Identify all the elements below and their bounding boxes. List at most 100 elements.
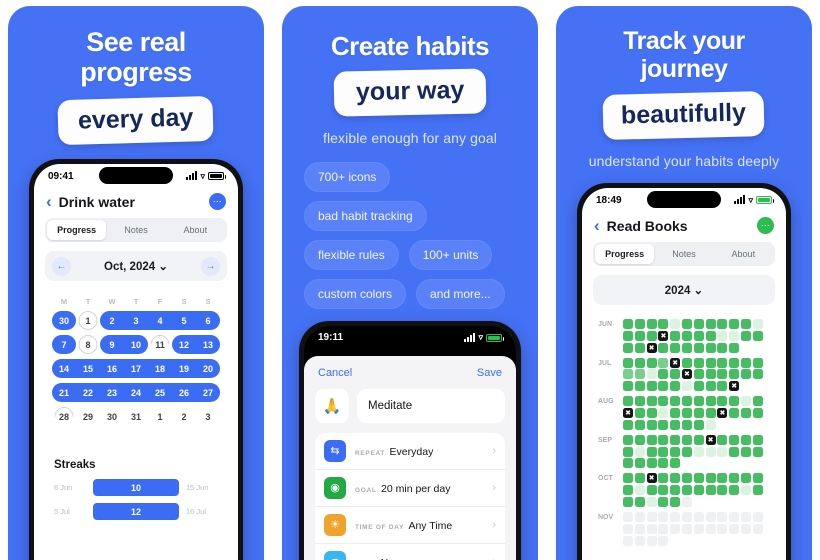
chip-flexible-rules[interactable]: flexible rules: [304, 239, 399, 270]
heatmap-cell[interactable]: [623, 342, 633, 353]
heatmap-cell[interactable]: [634, 407, 645, 418]
option-row-repeat[interactable]: ⇆ REPEAT Everyday ›: [315, 433, 505, 470]
heatmap-cell[interactable]: [740, 330, 751, 341]
heatmap-cell[interactable]: [693, 319, 704, 329]
arrow-left-icon[interactable]: ←: [52, 256, 71, 276]
heatmap-cell[interactable]: [740, 511, 751, 522]
heatmap-cell[interactable]: [729, 369, 740, 380]
calendar-day[interactable]: 4: [148, 311, 172, 330]
heatmap-cell[interactable]: [646, 396, 657, 407]
calendar-day[interactable]: 1: [148, 407, 172, 426]
heatmap-cell[interactable]: [634, 458, 645, 469]
heatmap-cell[interactable]: [740, 319, 751, 329]
tab-about[interactable]: About: [714, 244, 773, 264]
heatmap-cell[interactable]: [646, 419, 657, 430]
save-button[interactable]: Save: [477, 367, 502, 379]
heatmap-cell[interactable]: [729, 357, 740, 368]
heatmap-cell[interactable]: [729, 446, 740, 457]
heatmap-cell[interactable]: [729, 330, 740, 341]
calendar-day[interactable]: 19: [172, 359, 196, 378]
heatmap-cell[interactable]: [670, 419, 681, 430]
calendar-day[interactable]: 3: [196, 407, 220, 426]
option-row-time-of-day[interactable]: ☀ TIME OF DAY Any Time ›: [315, 507, 505, 544]
calendar-day[interactable]: 5: [172, 311, 196, 330]
cancel-button[interactable]: Cancel: [318, 367, 352, 379]
habit-name-input[interactable]: Meditate: [357, 388, 505, 423]
heatmap-cell[interactable]: [693, 446, 704, 457]
calendar-day[interactable]: 1: [76, 311, 100, 330]
heatmap-cell[interactable]: [681, 496, 692, 507]
heatmap-cell[interactable]: [634, 473, 645, 484]
tab-about[interactable]: About: [166, 220, 225, 240]
heatmap-cell[interactable]: [646, 523, 657, 534]
heatmap-cell-missed[interactable]: ✖: [729, 381, 740, 392]
heatmap-cell[interactable]: [752, 485, 763, 496]
heatmap-cell[interactable]: [693, 434, 704, 445]
chip-custom-colors[interactable]: custom colors: [304, 278, 407, 309]
heatmap-cell[interactable]: [729, 319, 740, 329]
heatmap-cell[interactable]: [634, 381, 645, 392]
heatmap-cell[interactable]: [705, 446, 716, 457]
heatmap-cell[interactable]: [634, 485, 645, 496]
heatmap-cell-missed[interactable]: ✖: [623, 407, 633, 418]
calendar-day[interactable]: 8: [76, 335, 100, 354]
heatmap-cell[interactable]: [752, 330, 763, 341]
heatmap-cell[interactable]: [646, 458, 657, 469]
heatmap-cell[interactable]: [693, 473, 704, 484]
calendar-day[interactable]: 18: [148, 359, 172, 378]
heatmap-cell[interactable]: [646, 357, 657, 368]
heatmap-cell[interactable]: [646, 535, 657, 546]
heatmap-cell[interactable]: [658, 381, 669, 392]
calendar-day[interactable]: 20: [196, 359, 220, 378]
heatmap-cell[interactable]: [717, 381, 728, 392]
heatmap-cell[interactable]: [670, 319, 681, 329]
heatmap-cell[interactable]: [717, 523, 728, 534]
heatmap-cell[interactable]: [634, 330, 645, 341]
heatmap-cell[interactable]: [717, 434, 728, 445]
calendar-day[interactable]: 30: [52, 311, 76, 330]
heatmap-cell[interactable]: [717, 446, 728, 457]
panel1-period-label[interactable]: Oct, 2024 ⌄: [104, 259, 168, 273]
heatmap-cell[interactable]: [670, 381, 681, 392]
heatmap-cell[interactable]: [681, 485, 692, 496]
chip-and-more[interactable]: and more...: [416, 278, 505, 309]
tab-notes[interactable]: Notes: [106, 220, 165, 240]
heatmap-cell[interactable]: [646, 446, 657, 457]
calendar-day[interactable]: 10: [124, 335, 148, 354]
heatmap-cell[interactable]: [693, 369, 704, 380]
heatmap-cell[interactable]: [623, 523, 633, 534]
heatmap-cell[interactable]: [717, 319, 728, 329]
heatmap-cell[interactable]: [752, 473, 763, 484]
heatmap-cell[interactable]: [752, 407, 763, 418]
heatmap-cell[interactable]: [693, 342, 704, 353]
option-row-area[interactable]: ■ AREA None ›: [315, 544, 505, 560]
chip-bad-habit-tracking[interactable]: bad habit tracking: [304, 200, 427, 231]
calendar-day[interactable]: 7: [52, 335, 76, 354]
heatmap-cell[interactable]: [717, 369, 728, 380]
heatmap-cell[interactable]: [717, 342, 728, 353]
heatmap-cell[interactable]: [740, 473, 751, 484]
heatmap-cell[interactable]: [729, 407, 740, 418]
heatmap-cell[interactable]: [705, 473, 716, 484]
calendar-day[interactable]: 26: [172, 383, 196, 402]
heatmap-cell[interactable]: [681, 473, 692, 484]
heatmap-cell[interactable]: [646, 511, 657, 522]
calendar-day[interactable]: 11: [148, 335, 172, 354]
heatmap-cell[interactable]: [623, 485, 633, 496]
heatmap-cell[interactable]: [752, 523, 763, 534]
heatmap-cell[interactable]: [681, 523, 692, 534]
heatmap-cell[interactable]: [634, 535, 645, 546]
heatmap-cell[interactable]: [752, 434, 763, 445]
heatmap-cell[interactable]: [658, 511, 669, 522]
heatmap-cell[interactable]: [717, 511, 728, 522]
heatmap-cell[interactable]: [717, 357, 728, 368]
heatmap-cell[interactable]: [681, 330, 692, 341]
heatmap-cell[interactable]: [752, 319, 763, 329]
heatmap-cell[interactable]: [658, 342, 669, 353]
heatmap-cell[interactable]: [670, 473, 681, 484]
heatmap-cell[interactable]: [634, 434, 645, 445]
heatmap-cell[interactable]: [634, 419, 645, 430]
heatmap-cell-missed[interactable]: ✖: [705, 434, 716, 445]
heatmap-cell[interactable]: [623, 446, 633, 457]
arrow-right-icon[interactable]: →: [200, 256, 220, 276]
